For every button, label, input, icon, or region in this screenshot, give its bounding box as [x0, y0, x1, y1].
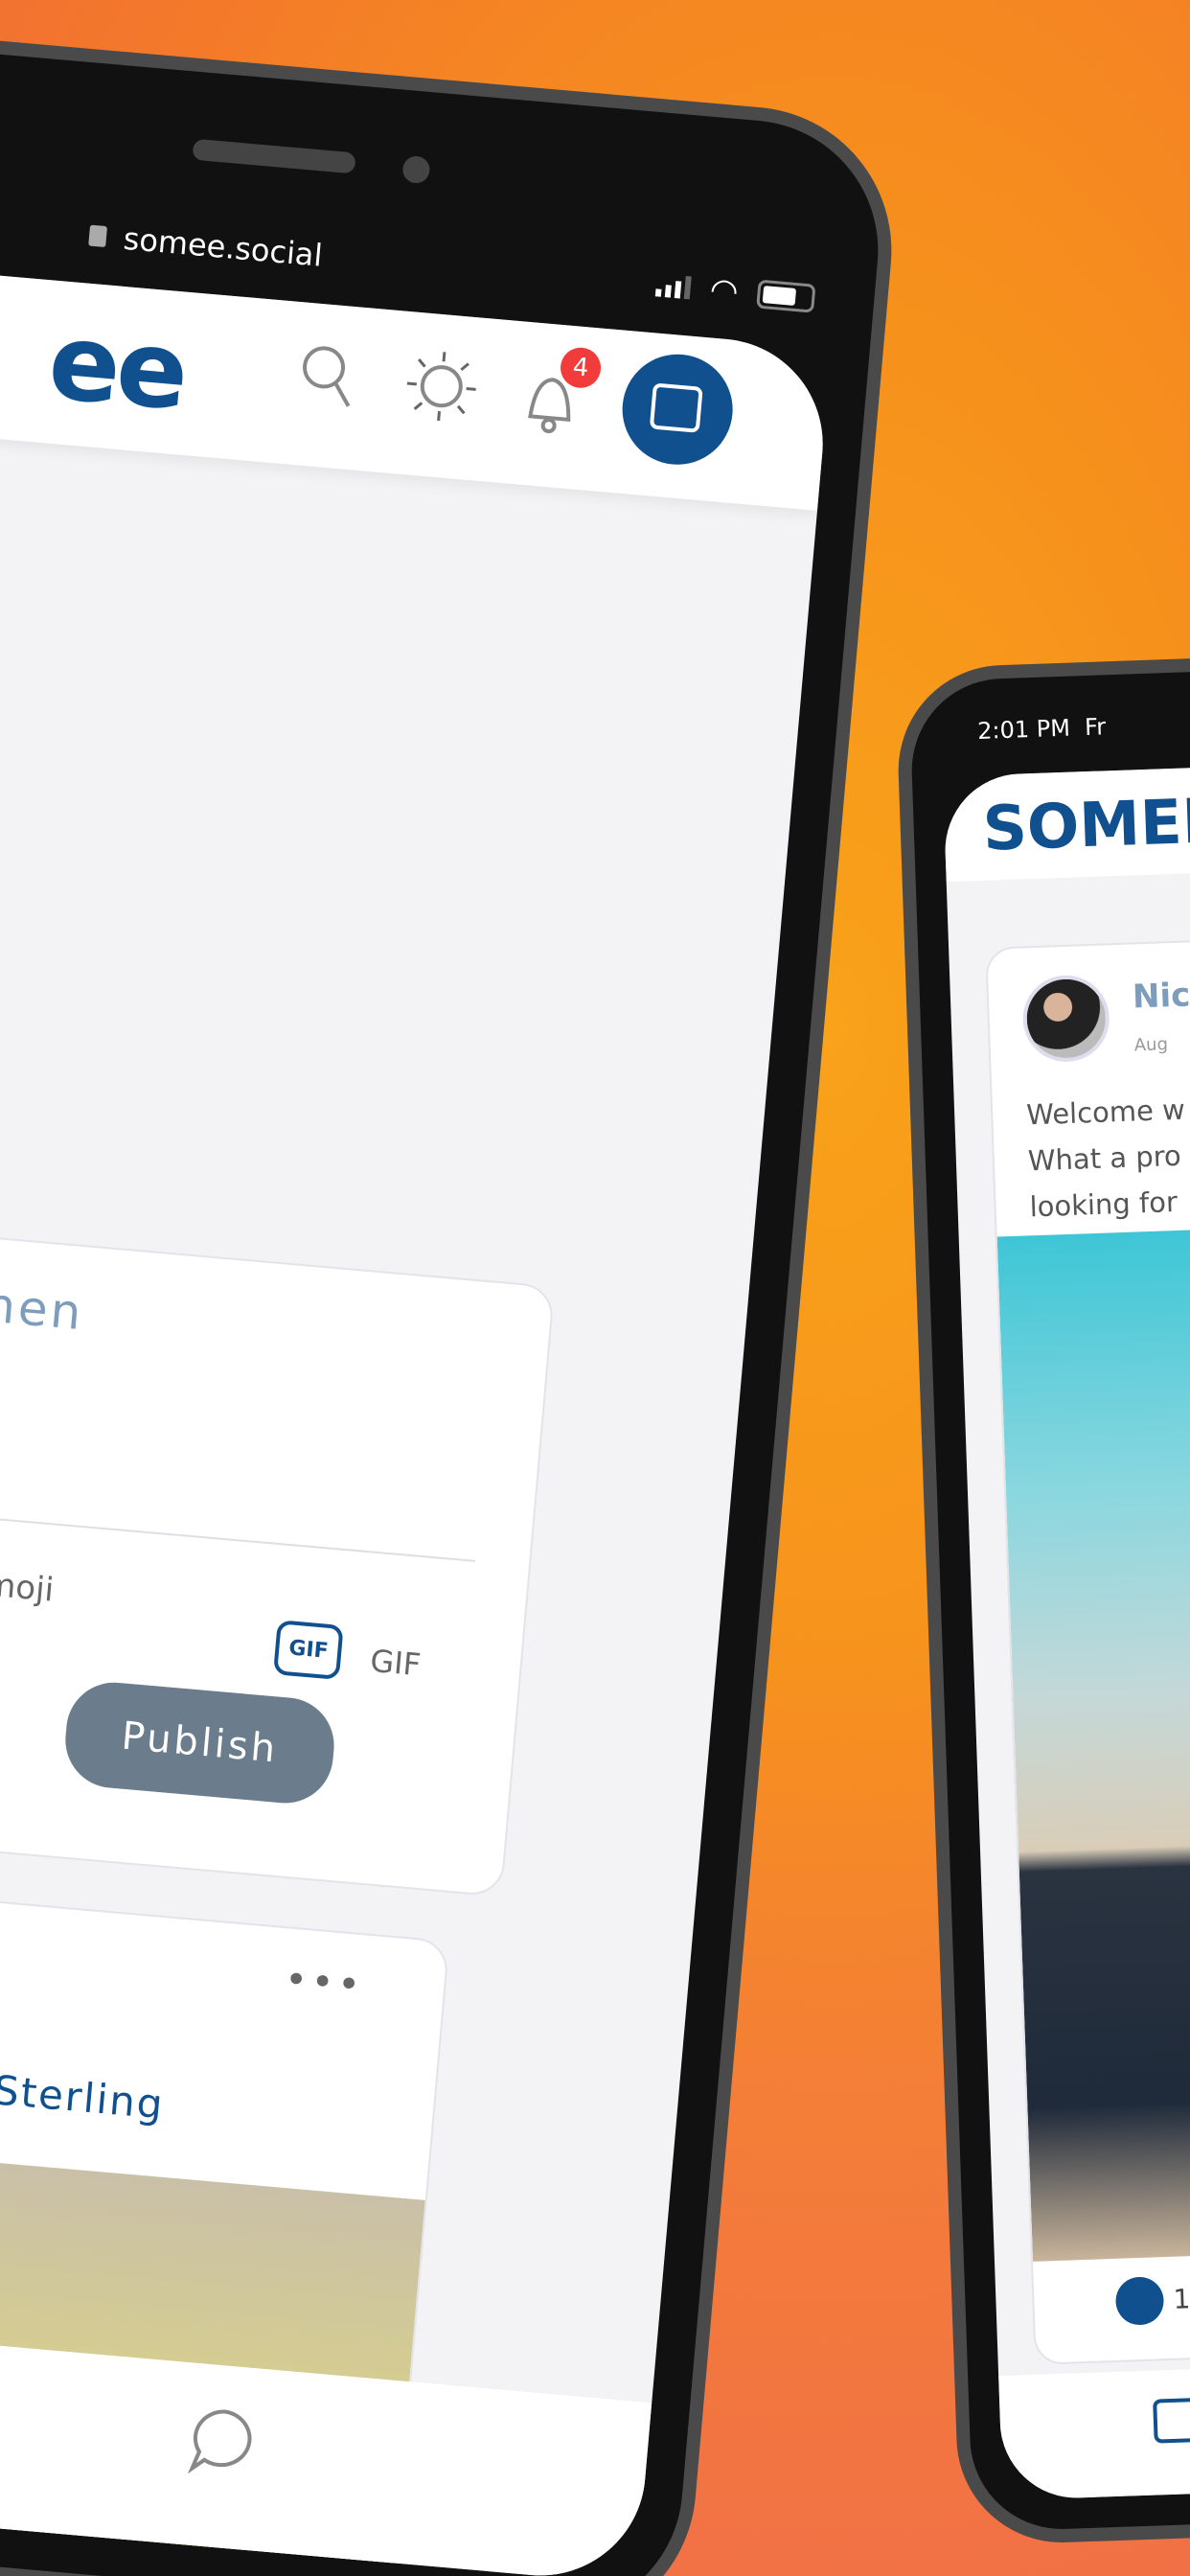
right-phone-screen: SOMEE Nic Aug Welcome w What a pro looki… [942, 764, 1190, 2501]
post-author[interactable]: Nic [1132, 976, 1190, 1016]
post-author[interactable]: eree Sterling [0, 2057, 167, 2128]
signal-icon [655, 273, 693, 300]
author-avatar[interactable] [1021, 974, 1111, 1064]
post-image [996, 1223, 1190, 2262]
post-date: Aug [1133, 1034, 1169, 1056]
post-text-line: looking for [1029, 1184, 1179, 1224]
app-header: SOMEE [942, 764, 1190, 883]
somee-logo[interactable]: SOMEE [982, 786, 1190, 865]
wallet-button[interactable] [617, 349, 738, 470]
composer-placeholder[interactable]: men [0, 1276, 86, 1341]
search-icon[interactable] [295, 340, 358, 412]
more-options-button[interactable]: ••• [283, 1957, 365, 2008]
speaker-grille [192, 138, 356, 174]
post-composer: men Emoji GIF GIF E Publish [0, 1212, 556, 1898]
emoji-button[interactable]: Emoji [0, 1564, 56, 1610]
feed-icon[interactable] [1153, 2397, 1190, 2444]
url-text: somee.social [122, 219, 325, 274]
battery-icon [756, 279, 816, 313]
like-icon[interactable] [1114, 2276, 1165, 2326]
publish-button[interactable]: Publish [61, 1678, 338, 1807]
post-card: Nic Aug Welcome w What a pro looking for… [985, 933, 1190, 2365]
left-phone-screen: ee 4 men Emoji GIF GIF E Publish ••• ere… [0, 261, 832, 2576]
divider [0, 1491, 476, 1562]
bottom-nav [998, 2363, 1190, 2501]
post-text-line: What a pro [1027, 1138, 1182, 1178]
lock-icon [88, 224, 108, 248]
like-count: 18 [1172, 2282, 1190, 2315]
wallet-icon [649, 382, 703, 433]
status-time: 2:01 PM Fr [976, 713, 1107, 745]
chat-icon[interactable] [182, 2401, 265, 2484]
post-text-line: Welcome w [1025, 1092, 1186, 1132]
theme-toggle-icon[interactable] [400, 345, 483, 428]
gif-button[interactable]: GIF [369, 1643, 423, 1683]
somee-logo[interactable]: ee [44, 300, 190, 434]
post-text: Welcome w What a pro looking for [1025, 1087, 1189, 1230]
wifi-icon: ◠ [708, 270, 741, 311]
front-camera [401, 154, 431, 185]
gif-icon[interactable]: GIF [273, 1620, 344, 1681]
